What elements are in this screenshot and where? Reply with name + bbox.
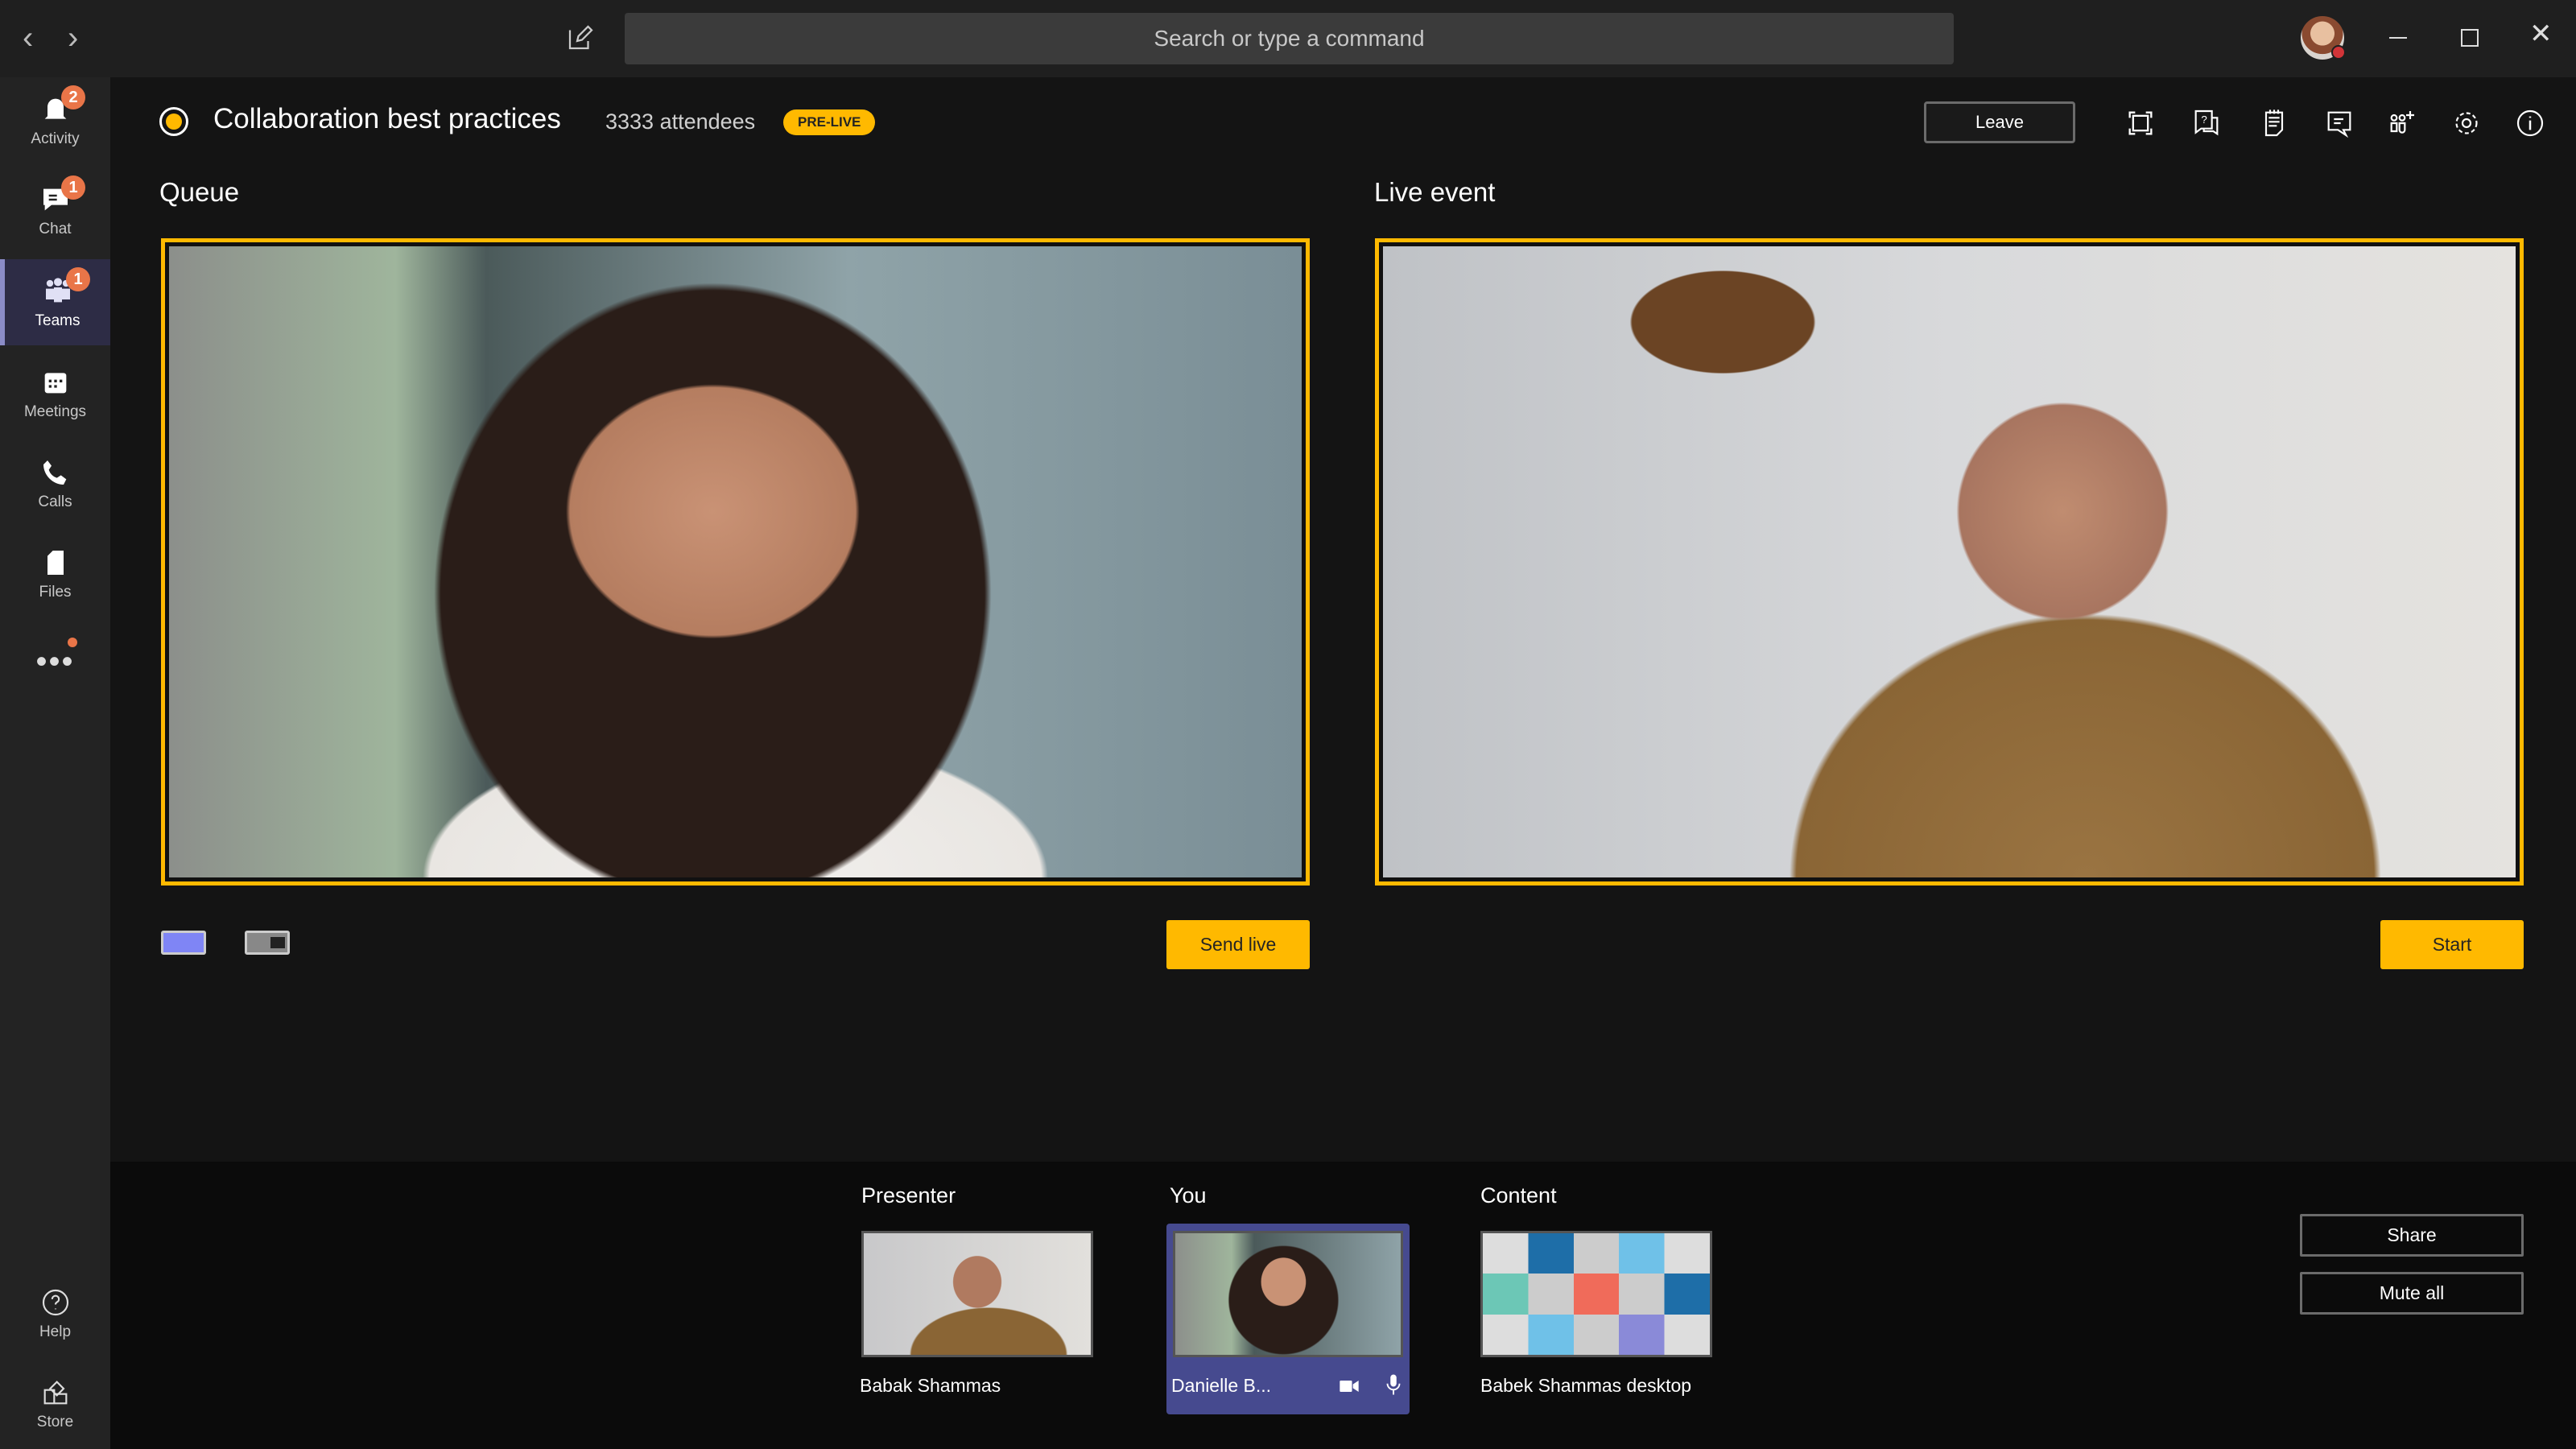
you-label: You [1170, 1183, 1207, 1208]
live-status-icon [159, 107, 188, 136]
you-thumbnail [1173, 1231, 1403, 1357]
start-button[interactable]: Start [2380, 920, 2524, 969]
rail-label: Store [36, 1414, 74, 1430]
calendar-icon [44, 373, 66, 394]
content-name: Babek Shammas desktop [1480, 1375, 1692, 1396]
rail-label: Chat [39, 221, 72, 237]
more-icon[interactable]: ••• [0, 644, 110, 680]
single-layout-button[interactable] [161, 931, 206, 955]
compose-icon[interactable] [565, 24, 594, 53]
queue-title: Queue [159, 177, 240, 207]
store-icon [43, 1381, 67, 1405]
svg-text:?: ? [2201, 114, 2207, 126]
live-presenter-photo [1383, 246, 2516, 877]
rail-item-teams[interactable]: 1 Teams [0, 259, 110, 345]
rail-label: Files [39, 584, 72, 601]
video-camera-icon[interactable] [1336, 1375, 1362, 1397]
rail-label: Calls [38, 493, 72, 510]
share-button[interactable]: Share [2300, 1214, 2524, 1257]
minimize-icon[interactable] [2389, 37, 2407, 39]
maximize-icon[interactable] [2461, 29, 2479, 47]
queue-video[interactable] [161, 238, 1310, 886]
fullscreen-icon[interactable] [2124, 107, 2157, 139]
phone-icon [43, 460, 66, 485]
queue-presenter-photo [169, 246, 1302, 877]
rail-item-activity[interactable]: 2 Activity [0, 85, 110, 148]
rail-label: Activity [31, 130, 80, 147]
you-name: Danielle B... [1171, 1375, 1272, 1396]
send-live-button[interactable]: Send live [1166, 920, 1310, 969]
rail-item-help[interactable]: Help [0, 1286, 110, 1341]
gear-icon[interactable] [2450, 107, 2483, 139]
search-input[interactable]: Search or type a command [625, 13, 1954, 64]
chevron-right-icon[interactable]: › [68, 18, 78, 58]
qna-icon[interactable]: ? [2190, 107, 2223, 139]
close-icon[interactable]: ✕ [2529, 18, 2553, 50]
add-people-icon[interactable] [2386, 107, 2418, 139]
activity-badge: 2 [61, 85, 85, 109]
presenter-name: Babak Shammas [860, 1375, 1001, 1396]
microphone-icon[interactable] [1381, 1370, 1406, 1399]
chat-icon[interactable] [2323, 107, 2355, 139]
event-title: Collaboration best practices [213, 103, 561, 134]
chat-badge: 1 [61, 175, 85, 200]
attendee-count: 3333 attendees [605, 109, 756, 134]
rail-label: Teams [35, 312, 80, 329]
notes-icon[interactable] [2258, 107, 2290, 139]
teams-badge: 1 [66, 267, 90, 291]
leave-button[interactable]: Leave [1924, 101, 2075, 143]
notification-dot [68, 638, 77, 647]
content-label: Content [1480, 1183, 1557, 1208]
rail-label: Help [39, 1323, 72, 1340]
presenter-thumbnail[interactable] [861, 1231, 1093, 1357]
rail-item-calls[interactable]: Calls [0, 456, 110, 511]
presenter-label: Presenter [861, 1183, 956, 1208]
status-dot [2331, 45, 2346, 60]
live-event-video[interactable] [1375, 238, 2524, 886]
content-thumbnail[interactable] [1480, 1231, 1712, 1357]
rail-item-meetings[interactable]: Meetings [0, 366, 110, 421]
help-icon [42, 1289, 68, 1316]
info-icon[interactable] [2514, 107, 2546, 139]
mute-all-button[interactable]: Mute all [2300, 1272, 2524, 1315]
file-icon [47, 551, 64, 575]
rail-label: Meetings [23, 403, 87, 420]
live-event-title: Live event [1374, 177, 1496, 207]
side-by-side-layout-button[interactable] [245, 931, 290, 955]
rail-item-files[interactable]: Files [0, 547, 110, 601]
rail-item-chat[interactable]: 1 Chat [0, 175, 110, 238]
status-badge: PRE-LIVE [783, 109, 876, 135]
rail-item-store[interactable]: Store [0, 1377, 110, 1431]
chevron-left-icon[interactable]: ‹ [23, 18, 33, 58]
